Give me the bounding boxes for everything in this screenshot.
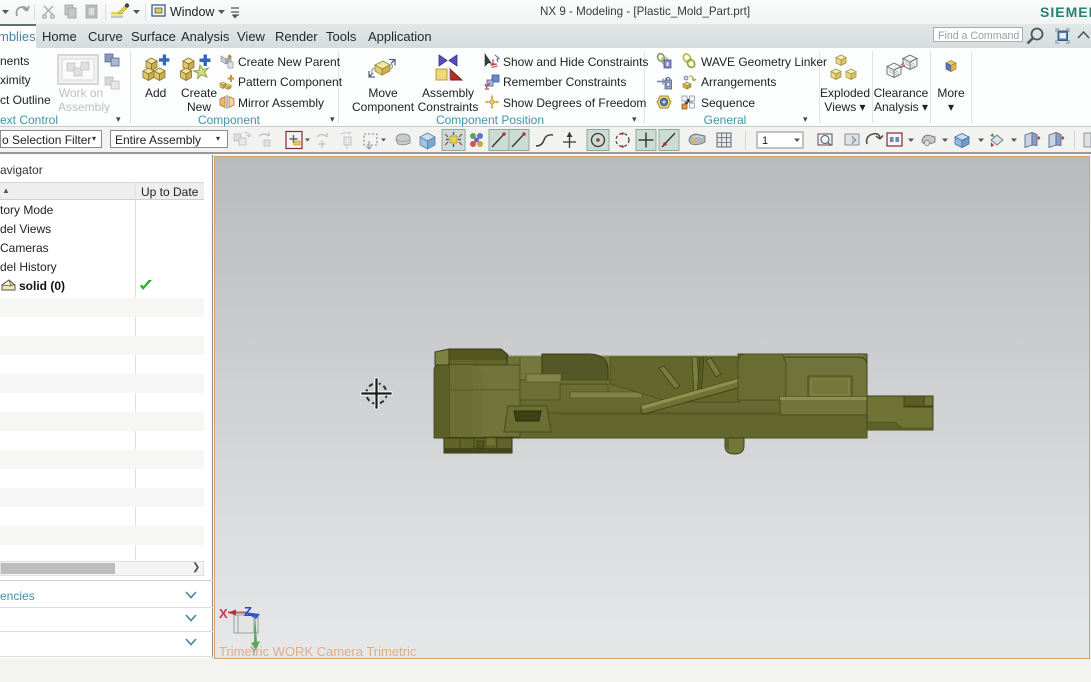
svg-text:Z: Z [244,604,252,619]
svg-text:X: X [219,606,228,621]
svg-text:1: 1 [762,135,768,147]
svg-text:Window: Window [170,5,215,19]
